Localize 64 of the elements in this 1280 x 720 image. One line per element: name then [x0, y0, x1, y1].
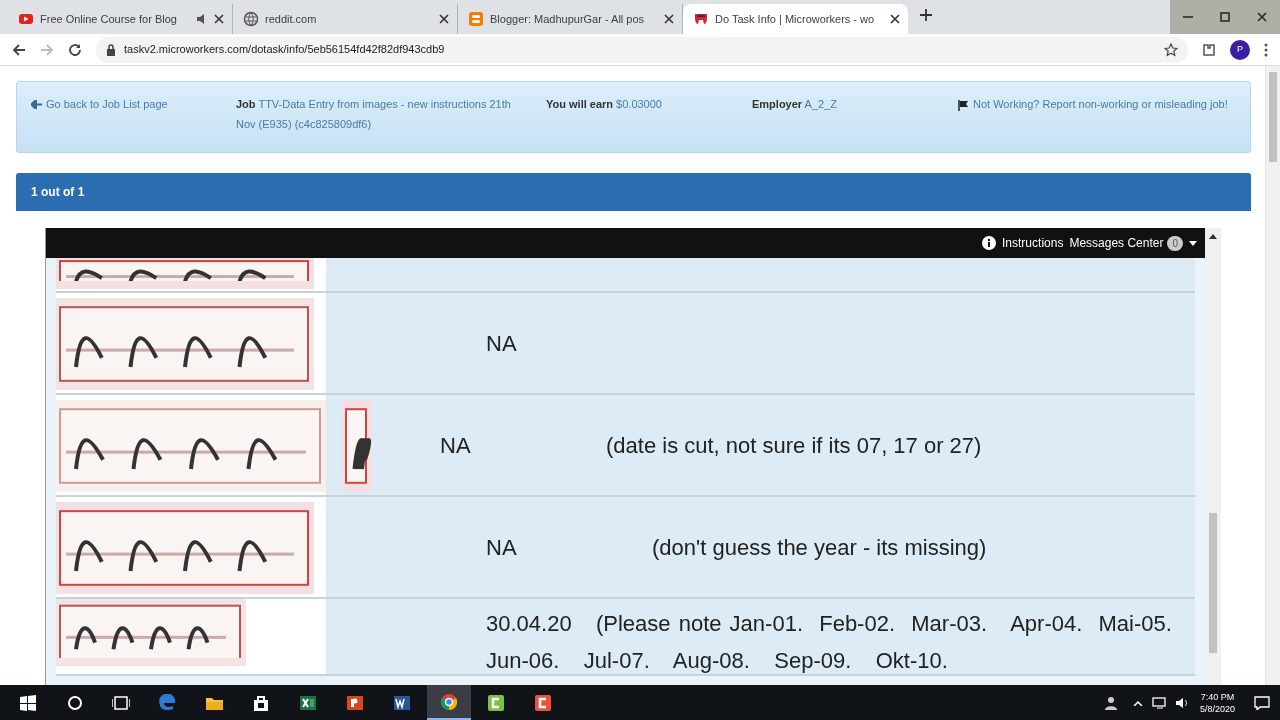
new-tab-icon[interactable] — [920, 8, 932, 21]
spreadsheet-icon[interactable] — [299, 693, 317, 712]
search-icon[interactable] — [67, 694, 83, 711]
maximize-icon[interactable] — [1220, 12, 1230, 22]
lock-icon — [106, 43, 116, 56]
star-icon[interactable] — [1164, 42, 1178, 57]
document-icon[interactable] — [393, 693, 411, 712]
report-link[interactable]: Not Working? Report non-working or misleading job! — [958, 94, 1236, 114]
chevron-up-icon[interactable] — [1132, 699, 1143, 706]
task-view-icon[interactable] — [112, 695, 130, 710]
job-text: Job TTV-Data Entry from images - new instructions 21th Nov (E935) (c4c825809df6) — [236, 97, 512, 132]
bracket-app-icon[interactable] — [487, 693, 505, 712]
caret-icon[interactable] — [1189, 240, 1197, 246]
menu-icon[interactable] — [1264, 42, 1268, 57]
scrollbar[interactable] — [1265, 66, 1280, 685]
scrollbar[interactable] — [1205, 228, 1221, 685]
windows-icon[interactable] — [20, 694, 36, 711]
tooth-icon — [693, 11, 709, 27]
shopping-bag-icon[interactable] — [252, 693, 270, 712]
note-text: (date is cut, not sure if its 07, 17 or 27) — [606, 431, 982, 460]
answer-text: NA — [486, 533, 518, 562]
people-icon[interactable] — [1103, 695, 1118, 710]
network-icon[interactable] — [1151, 696, 1168, 709]
messages-link[interactable]: Messages Center 0 — [1069, 234, 1183, 252]
clock-time[interactable]: 7:40 PM — [1199, 690, 1235, 703]
volume-icon[interactable] — [1174, 696, 1189, 709]
notification-icon[interactable] — [1254, 695, 1270, 710]
back-link[interactable]: Go back to Job List page — [31, 94, 168, 114]
close-icon[interactable] — [214, 14, 224, 24]
arrow-left-icon — [31, 99, 42, 109]
close-icon[interactable] — [664, 14, 674, 24]
instructions-link[interactable]: Instructions — [1002, 234, 1064, 252]
browser-tab[interactable]: reddit.com — [233, 4, 458, 34]
clock-date[interactable]: 5/8/2020 — [1199, 702, 1235, 715]
answer-text: NA — [440, 431, 472, 460]
globe-icon — [243, 11, 259, 27]
profile-avatar[interactable]: P — [1230, 39, 1250, 60]
browser-tab[interactable]: Do Task Info | Microworkers - wo — [683, 4, 908, 34]
task-header: 1 out of 1 — [16, 173, 1251, 211]
note-text: (don't guess the year - its missing) — [652, 533, 987, 562]
close-icon[interactable] — [1256, 12, 1267, 22]
earn-text: You will earn $0.03000 — [546, 97, 663, 112]
browser-tab[interactable]: Free Online Course for Blog — [8, 4, 233, 34]
answer-text: NA — [486, 329, 518, 358]
scroll-thumb[interactable] — [1269, 72, 1277, 162]
close-icon[interactable] — [890, 14, 900, 24]
edge-icon[interactable] — [158, 693, 176, 712]
flag-icon — [958, 99, 969, 111]
scroll-up-icon[interactable] — [1209, 234, 1217, 239]
reload-icon[interactable] — [68, 42, 82, 57]
employer-text: Employer A_2_Z — [752, 97, 838, 112]
info-icon — [982, 236, 997, 250]
back-icon[interactable] — [12, 42, 26, 57]
close-icon[interactable] — [439, 14, 449, 24]
chrome-icon[interactable] — [440, 692, 458, 711]
message-count: 0 — [1167, 235, 1183, 251]
slides-icon[interactable] — [346, 693, 364, 712]
entry-text: 30.04.20 (Please note Jan-01. Feb-02. Mar-03. Apr-04. Mai-05. Jun-06. Jul-07. Aug-08. Sep-09. Okt-10. — [486, 610, 1173, 675]
scroll-thumb[interactable] — [1209, 513, 1217, 653]
extension-icon[interactable] — [1202, 42, 1216, 57]
bracket-app-icon[interactable] — [534, 693, 552, 712]
browser-tab[interactable]: Blogger: MadhupurGar - All pos — [458, 4, 683, 34]
video-icon — [18, 11, 34, 27]
blog-icon — [468, 11, 484, 27]
